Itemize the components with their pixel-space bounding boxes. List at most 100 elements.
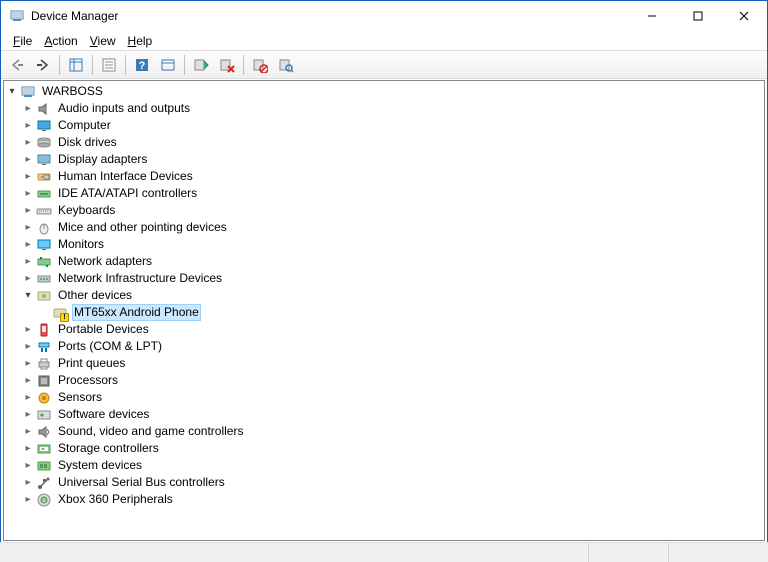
toolbar-help-button[interactable]: ? bbox=[130, 54, 154, 76]
statusbar bbox=[0, 542, 768, 562]
toolbar-forward-button[interactable] bbox=[31, 54, 55, 76]
category-node[interactable]: ▸ IDE ATA/ATAPI controllers bbox=[4, 185, 764, 202]
ide-icon bbox=[36, 186, 52, 202]
expander-icon[interactable]: ▸ bbox=[20, 253, 36, 270]
xbox-icon bbox=[36, 492, 52, 508]
category-node[interactable]: ▸ Processors bbox=[4, 372, 764, 389]
expander-icon[interactable]: ▸ bbox=[20, 355, 36, 372]
category-label: Processors bbox=[56, 372, 120, 389]
device-node[interactable]: !MT65xx Android Phone bbox=[4, 304, 764, 321]
toolbar-properties-button[interactable] bbox=[97, 54, 121, 76]
monitor-icon bbox=[36, 118, 52, 134]
expander-icon[interactable]: ▸ bbox=[20, 406, 36, 423]
toolbar-action-button[interactable] bbox=[156, 54, 180, 76]
expander-icon[interactable]: ▸ bbox=[20, 202, 36, 219]
expander-icon[interactable]: ▸ bbox=[20, 338, 36, 355]
category-node[interactable]: ▸ Keyboards bbox=[4, 202, 764, 219]
toolbar-disable-button[interactable] bbox=[248, 54, 272, 76]
category-label: Mice and other pointing devices bbox=[56, 219, 229, 236]
menu-action[interactable]: Action bbox=[38, 33, 83, 49]
category-label: Software devices bbox=[56, 406, 151, 423]
expander-icon[interactable]: ▸ bbox=[20, 151, 36, 168]
category-node[interactable]: ▸ Audio inputs and outputs bbox=[4, 100, 764, 117]
category-node[interactable]: ▸Monitors bbox=[4, 236, 764, 253]
expander-icon[interactable]: ▸ bbox=[20, 474, 36, 491]
toolbar-show-hide-tree-button[interactable] bbox=[64, 54, 88, 76]
other-icon bbox=[36, 288, 52, 304]
expander-icon[interactable]: ▾ bbox=[20, 287, 36, 304]
category-node[interactable]: ▸Computer bbox=[4, 117, 764, 134]
disk-icon bbox=[36, 135, 52, 151]
computer-icon bbox=[20, 84, 36, 100]
expander-icon[interactable]: ▸ bbox=[20, 457, 36, 474]
expander-icon[interactable]: ▸ bbox=[20, 491, 36, 508]
expander-icon[interactable]: ▸ bbox=[20, 270, 36, 287]
expander-icon[interactable]: ▸ bbox=[20, 372, 36, 389]
category-node[interactable]: ▸ Network adapters bbox=[4, 253, 764, 270]
mouse-icon bbox=[36, 220, 52, 236]
titlebar: Device Manager bbox=[1, 1, 767, 31]
maximize-button[interactable] bbox=[675, 1, 721, 31]
minimize-button[interactable] bbox=[629, 1, 675, 31]
device-tree[interactable]: ▾WARBOSS▸Audio inputs and outputs▸Comput… bbox=[3, 80, 765, 541]
expander-icon[interactable]: ▸ bbox=[20, 185, 36, 202]
category-node[interactable]: ▸Human Interface Devices bbox=[4, 168, 764, 185]
expander-icon[interactable]: ▸ bbox=[20, 440, 36, 457]
toolbar-scan-button[interactable] bbox=[274, 54, 298, 76]
menubar: File Action View Help bbox=[1, 31, 767, 51]
category-node[interactable]: ▸ Sound, video and game controllers bbox=[4, 423, 764, 440]
tree-root-node[interactable]: ▾ WARBOSS bbox=[4, 83, 764, 100]
category-node[interactable]: ▸ Software devices bbox=[4, 406, 764, 423]
expander-icon[interactable]: ▸ bbox=[20, 117, 36, 134]
expander-icon[interactable]: ▸ bbox=[20, 236, 36, 253]
menu-help[interactable]: Help bbox=[122, 33, 159, 49]
category-label: Keyboards bbox=[56, 202, 117, 219]
toolbar-update-driver-button[interactable] bbox=[189, 54, 213, 76]
category-label: IDE ATA/ATAPI controllers bbox=[56, 185, 199, 202]
netinfra-icon bbox=[36, 271, 52, 287]
close-button[interactable] bbox=[721, 1, 767, 31]
expander-icon[interactable]: ▸ bbox=[20, 134, 36, 151]
category-node[interactable]: ▸ System devices bbox=[4, 457, 764, 474]
sound-icon bbox=[36, 424, 52, 440]
expander-icon[interactable]: ▸ bbox=[20, 168, 36, 185]
category-node[interactable]: ▸ Print queues bbox=[4, 355, 764, 372]
sensor-icon bbox=[36, 390, 52, 406]
category-label: Print queues bbox=[56, 355, 127, 372]
category-label: Portable Devices bbox=[56, 321, 151, 338]
category-label: Other devices bbox=[56, 287, 134, 304]
category-node[interactable]: ▾ Other devices bbox=[4, 287, 764, 304]
expander-icon[interactable]: ▸ bbox=[20, 321, 36, 338]
portable-icon bbox=[36, 322, 52, 338]
category-node[interactable]: ▸ Display adapters bbox=[4, 151, 764, 168]
menu-view[interactable]: View bbox=[84, 33, 122, 49]
category-node[interactable]: ▸Ports (COM & LPT) bbox=[4, 338, 764, 355]
category-label: Universal Serial Bus controllers bbox=[56, 474, 227, 491]
expander-icon[interactable]: ▸ bbox=[20, 389, 36, 406]
category-label: System devices bbox=[56, 457, 144, 474]
expander-icon[interactable]: ▸ bbox=[20, 100, 36, 117]
toolbar-back-button[interactable] bbox=[5, 54, 29, 76]
category-label: Disk drives bbox=[56, 134, 119, 151]
category-node[interactable]: ▸ Portable Devices bbox=[4, 321, 764, 338]
menu-file[interactable]: File bbox=[7, 33, 38, 49]
expander-icon[interactable]: ▸ bbox=[20, 423, 36, 440]
category-label: Audio inputs and outputs bbox=[56, 100, 192, 117]
category-node[interactable]: ▸ Disk drives bbox=[4, 134, 764, 151]
root-label: WARBOSS bbox=[40, 83, 105, 100]
category-node[interactable]: ▸ Universal Serial Bus controllers bbox=[4, 474, 764, 491]
category-label: Network adapters bbox=[56, 253, 154, 270]
category-node[interactable]: ▸Xbox 360 Peripherals bbox=[4, 491, 764, 508]
window-title: Device Manager bbox=[31, 9, 629, 23]
toolbar: ? bbox=[1, 51, 767, 79]
category-node[interactable]: ▸Storage controllers bbox=[4, 440, 764, 457]
category-node[interactable]: ▸ Mice and other pointing devices bbox=[4, 219, 764, 236]
category-node[interactable]: ▸Network Infrastructure Devices bbox=[4, 270, 764, 287]
expander-icon[interactable]: ▾ bbox=[4, 83, 20, 100]
category-node[interactable]: ▸Sensors bbox=[4, 389, 764, 406]
toolbar-uninstall-button[interactable] bbox=[215, 54, 239, 76]
category-label: Sound, video and game controllers bbox=[56, 423, 245, 440]
storage-icon bbox=[36, 441, 52, 457]
category-label: Display adapters bbox=[56, 151, 149, 168]
expander-icon[interactable]: ▸ bbox=[20, 219, 36, 236]
